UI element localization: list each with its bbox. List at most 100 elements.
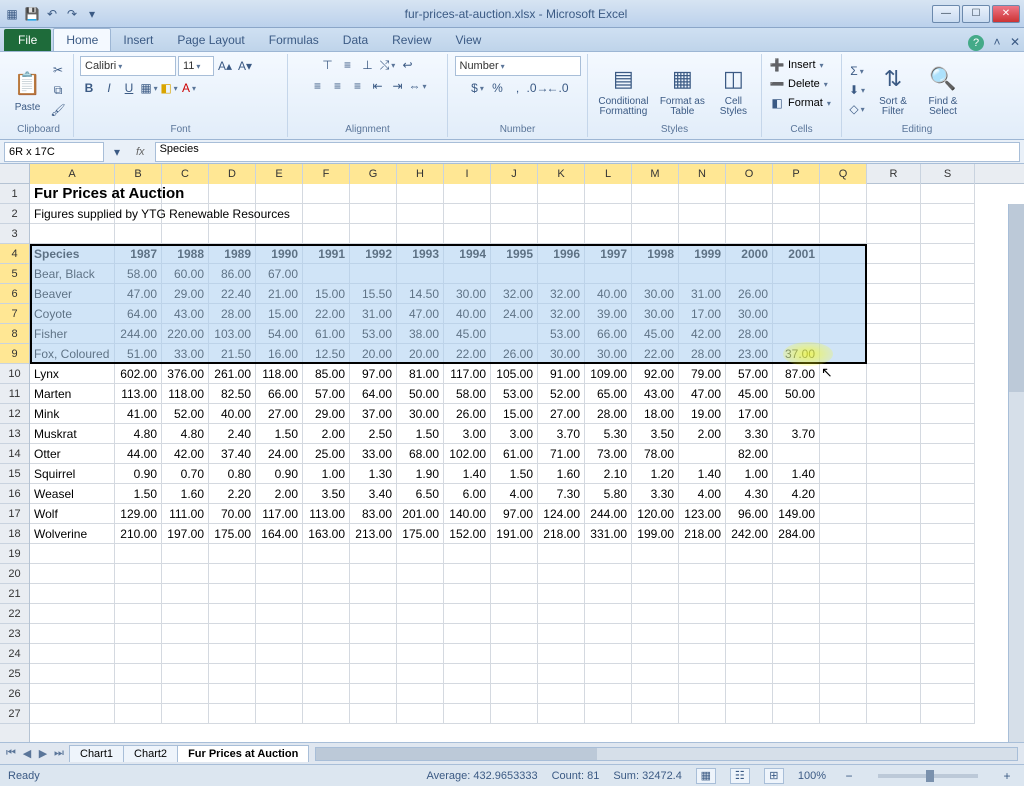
align-top-icon[interactable]: ⊤ [319,56,337,74]
cell[interactable] [632,264,679,284]
cell[interactable] [679,544,726,564]
cell[interactable] [820,524,867,544]
cell[interactable]: 57.00 [303,384,350,404]
cell[interactable] [820,284,867,304]
cell[interactable]: Fisher [30,324,115,344]
minimize-button[interactable]: — [932,5,960,23]
cell[interactable] [820,404,867,424]
cell[interactable] [491,324,538,344]
cell[interactable] [921,624,975,644]
cell[interactable]: 113.00 [115,384,162,404]
cell[interactable]: 32.00 [538,284,585,304]
cell[interactable]: 191.00 [491,524,538,544]
cell[interactable] [820,304,867,324]
cell[interactable]: 22.00 [632,344,679,364]
cell[interactable] [773,664,820,684]
cell[interactable]: 102.00 [444,444,491,464]
cell[interactable]: 42.00 [679,324,726,344]
cell[interactable] [209,184,256,204]
sheet-tab-fur-prices[interactable]: Fur Prices at Auction [177,745,309,762]
cell[interactable]: 29.00 [162,284,209,304]
cell[interactable] [585,564,632,584]
cell[interactable] [538,644,585,664]
cell[interactable]: 58.00 [115,264,162,284]
cell[interactable] [115,604,162,624]
cell[interactable]: 4.30 [726,484,773,504]
cell[interactable] [303,224,350,244]
cell[interactable]: 118.00 [256,364,303,384]
cell[interactable] [820,204,867,224]
cell[interactable]: 21.50 [209,344,256,364]
cell[interactable] [773,404,820,424]
cell[interactable] [820,544,867,564]
cell[interactable] [30,544,115,564]
cell[interactable]: 213.00 [350,524,397,544]
cell[interactable] [921,284,975,304]
cell[interactable]: 60.00 [162,264,209,284]
row-header-16[interactable]: 16 [0,484,29,504]
sheet-tab-chart1[interactable]: Chart1 [69,745,124,762]
cell[interactable]: 47.00 [679,384,726,404]
cell[interactable] [491,604,538,624]
cell[interactable] [820,344,867,364]
cell[interactable]: 0.90 [115,464,162,484]
cell[interactable]: 54.00 [256,324,303,344]
cell[interactable] [867,364,921,384]
col-header-P[interactable]: P [773,164,820,184]
cell[interactable]: 1.00 [726,464,773,484]
cell[interactable]: 82.50 [209,384,256,404]
cell[interactable] [585,204,632,224]
cell[interactable] [397,224,444,244]
cell[interactable] [115,664,162,684]
decrease-indent-icon[interactable]: ⇤ [369,77,387,95]
cell[interactable]: 331.00 [585,524,632,544]
cell[interactable] [867,604,921,624]
cell[interactable]: 20.00 [397,344,444,364]
cell[interactable] [679,224,726,244]
cell[interactable]: 175.00 [397,524,444,544]
cell[interactable] [444,664,491,684]
cell[interactable] [632,184,679,204]
wrap-text-icon[interactable]: ↩ [399,56,417,74]
cell[interactable] [209,644,256,664]
cell[interactable] [538,564,585,584]
cell[interactable] [679,204,726,224]
cell[interactable] [209,624,256,644]
cell[interactable]: 53.00 [491,384,538,404]
cell[interactable] [921,664,975,684]
cell[interactable]: 31.00 [679,284,726,304]
cell[interactable]: 2.00 [256,484,303,504]
cell[interactable]: 152.00 [444,524,491,544]
cell[interactable] [921,684,975,704]
cell[interactable] [820,464,867,484]
cell[interactable]: 3.50 [303,484,350,504]
italic-button[interactable]: I [100,79,118,97]
cell[interactable]: 91.00 [538,364,585,384]
row-header-6[interactable]: 6 [0,284,29,304]
cell[interactable]: 30.00 [726,304,773,324]
cell[interactable] [491,584,538,604]
cell[interactable]: 103.00 [209,324,256,344]
cell[interactable] [585,644,632,664]
format-as-table-button[interactable]: ▦Format as Table [657,63,708,117]
row-header-11[interactable]: 11 [0,384,29,404]
cell[interactable] [921,564,975,584]
cell[interactable]: 1.40 [679,464,726,484]
cell[interactable] [585,684,632,704]
cell[interactable]: 65.00 [585,384,632,404]
horizontal-scrollbar[interactable] [315,747,1018,761]
cell[interactable]: 28.00 [585,404,632,424]
cell[interactable]: Figures supplied by YTG Renewable Resour… [30,204,115,224]
find-select-button[interactable]: 🔍Find & Select [920,63,966,117]
cell[interactable] [585,584,632,604]
cell[interactable]: 1993 [397,244,444,264]
cell[interactable]: 38.00 [397,324,444,344]
cell[interactable] [585,184,632,204]
cell[interactable] [632,584,679,604]
cell[interactable] [30,584,115,604]
cell[interactable]: 4.20 [773,484,820,504]
cell[interactable] [303,604,350,624]
cell[interactable] [491,664,538,684]
paste-button[interactable]: 📋 Paste [10,68,45,113]
sort-filter-button[interactable]: ⇅Sort & Filter [870,63,916,117]
